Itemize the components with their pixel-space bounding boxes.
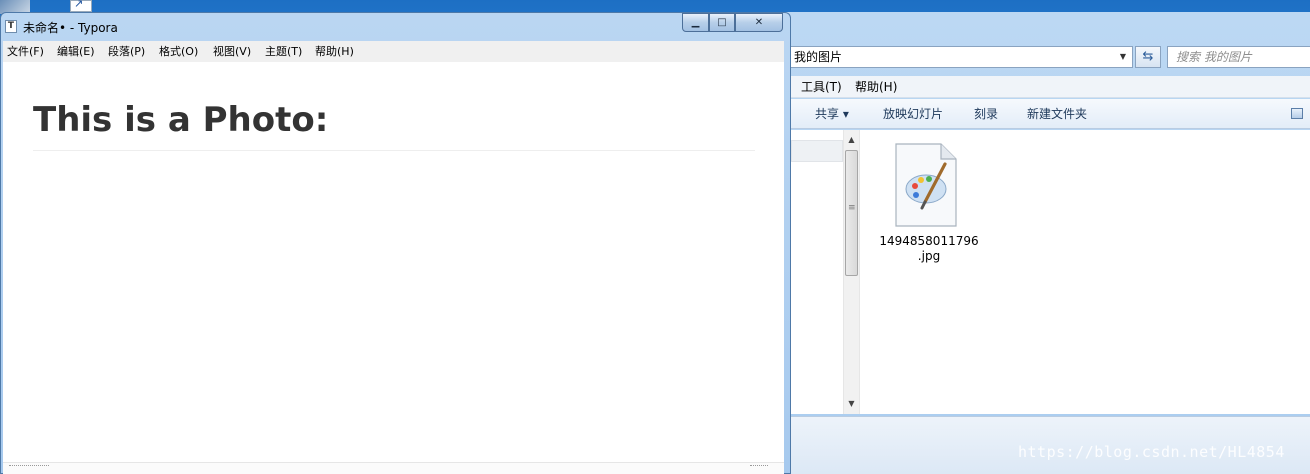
menu-tools[interactable]: 工具(T)	[801, 76, 842, 98]
title-bar[interactable]: T 未命名• - Typora ▁ □ ✕	[1, 13, 790, 41]
slideshow-button[interactable]: 放映幻灯片	[883, 99, 943, 129]
explorer-address-bar: 我的图片 ▼ ⇆ 搜索 我的图片	[771, 43, 1310, 71]
minimize-button[interactable]: ▁	[682, 13, 709, 32]
file-item[interactable]: 1494858011796 .jpg	[879, 142, 979, 272]
window-title: 未命名• - Typora	[23, 21, 118, 35]
menu-edit[interactable]: 编辑(E)	[57, 41, 95, 62]
menu-format[interactable]: 格式(O)	[159, 41, 198, 62]
menu-file[interactable]: 文件(F)	[7, 41, 44, 62]
file-name-line1: 1494858011796	[879, 234, 979, 248]
explorer-toolbar: 共享 ▾ 放映幻灯片 刻录 新建文件夹	[771, 99, 1310, 129]
address-dropdown-icon[interactable]: ▼	[1116, 47, 1130, 67]
desktop-shortcut-icon[interactable]	[70, 0, 92, 12]
menu-paragraph[interactable]: 段落(P)	[108, 41, 145, 62]
scroll-thumb[interactable]	[845, 150, 858, 276]
view-options-icon[interactable]	[1291, 108, 1303, 119]
new-folder-button[interactable]: 新建文件夹	[1027, 99, 1087, 129]
menu-view[interactable]: 视图(V)	[213, 41, 251, 62]
share-button[interactable]: 共享 ▾	[815, 99, 849, 129]
search-input[interactable]: 搜索 我的图片	[1167, 46, 1310, 68]
typora-window: T 未命名• - Typora ▁ □ ✕ 文件(F) 编辑(E) 段落(P) …	[0, 12, 791, 474]
file-name-line2: .jpg	[917, 249, 941, 263]
nav-scrollbar[interactable]: ▲ ▼	[843, 130, 860, 414]
editor-area[interactable]: This is a Photo:	[3, 62, 784, 462]
source-mode-icon[interactable]	[750, 465, 768, 473]
image-file-icon	[895, 143, 957, 227]
scroll-up-icon[interactable]: ▲	[844, 132, 859, 148]
maximize-button[interactable]: □	[709, 13, 735, 32]
menu-help[interactable]: 帮助(H)	[315, 41, 354, 62]
burn-button[interactable]: 刻录	[974, 99, 998, 129]
heading-divider	[33, 150, 755, 151]
file-name: 1494858011796 .jpg	[879, 234, 979, 264]
address-field[interactable]: 我的图片 ▼	[771, 46, 1133, 68]
menu-theme[interactable]: 主题(T)	[265, 41, 302, 62]
explorer-content: ▲ ▼ 1494858011796 .jpg	[771, 130, 1310, 414]
explorer-window: 我的图片 ▼ ⇆ 搜索 我的图片 工具(T) 帮助(H) 共享 ▾ 放映幻灯片 …	[770, 12, 1310, 474]
refresh-icon[interactable]: ⇆	[1135, 46, 1161, 68]
nav-selected-item[interactable]	[791, 140, 843, 162]
explorer-menubar: 工具(T) 帮助(H)	[771, 76, 1310, 98]
document-heading[interactable]: This is a Photo:	[33, 100, 755, 140]
status-bar	[3, 462, 784, 474]
address-text: 我的图片	[794, 50, 843, 64]
close-button[interactable]: ✕	[735, 13, 783, 32]
sidebar-toggle-icon[interactable]	[9, 465, 49, 473]
scroll-down-icon[interactable]: ▼	[844, 396, 859, 412]
typora-app-icon[interactable]: T	[5, 20, 17, 33]
watermark: https://blog.csdn.net/HL4854	[1018, 443, 1285, 461]
typora-menubar: 文件(F) 编辑(E) 段落(P) 格式(O) 视图(V) 主题(T) 帮助(H…	[3, 41, 784, 62]
menu-help[interactable]: 帮助(H)	[855, 76, 897, 98]
